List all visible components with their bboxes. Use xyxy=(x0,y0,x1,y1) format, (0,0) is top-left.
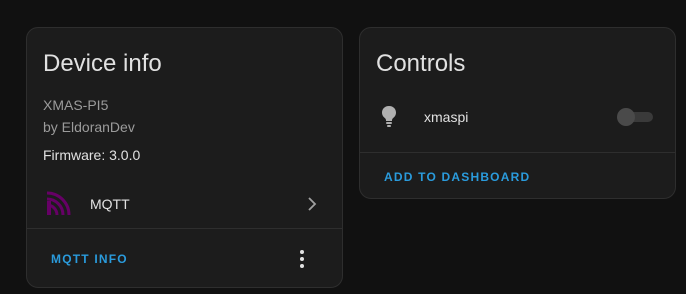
device-model: XMAS-PI5 xyxy=(43,97,109,113)
device-info-title: Device info xyxy=(43,50,162,77)
mqtt-logo-icon xyxy=(45,191,71,217)
integration-label: MQTT xyxy=(90,196,130,212)
device-info-card: Device info XMAS-PI5 by EldoranDev Firmw… xyxy=(26,27,343,288)
entity-toggle[interactable] xyxy=(617,108,653,126)
controls-card: Controls xmaspi ADD TO DASHBOARD xyxy=(359,27,676,199)
mqtt-info-button[interactable]: MQTT INFO xyxy=(51,251,128,267)
device-manufacturer: by EldoranDev xyxy=(43,119,135,135)
lightbulb-icon[interactable] xyxy=(378,104,400,128)
dots-vertical-icon[interactable] xyxy=(290,247,314,271)
add-to-dashboard-button[interactable]: ADD TO DASHBOARD xyxy=(384,169,530,185)
card-actions-divider xyxy=(27,228,342,229)
entity-row-xmaspi: xmaspi xyxy=(360,100,675,132)
entity-name[interactable]: xmaspi xyxy=(424,108,468,126)
toggle-knob xyxy=(617,108,635,126)
card-actions-divider xyxy=(360,152,675,153)
integration-row-mqtt[interactable]: MQTT xyxy=(27,184,342,224)
device-firmware: Firmware: 3.0.0 xyxy=(43,147,141,163)
chevron-right-icon xyxy=(308,197,317,211)
controls-title: Controls xyxy=(376,50,466,77)
